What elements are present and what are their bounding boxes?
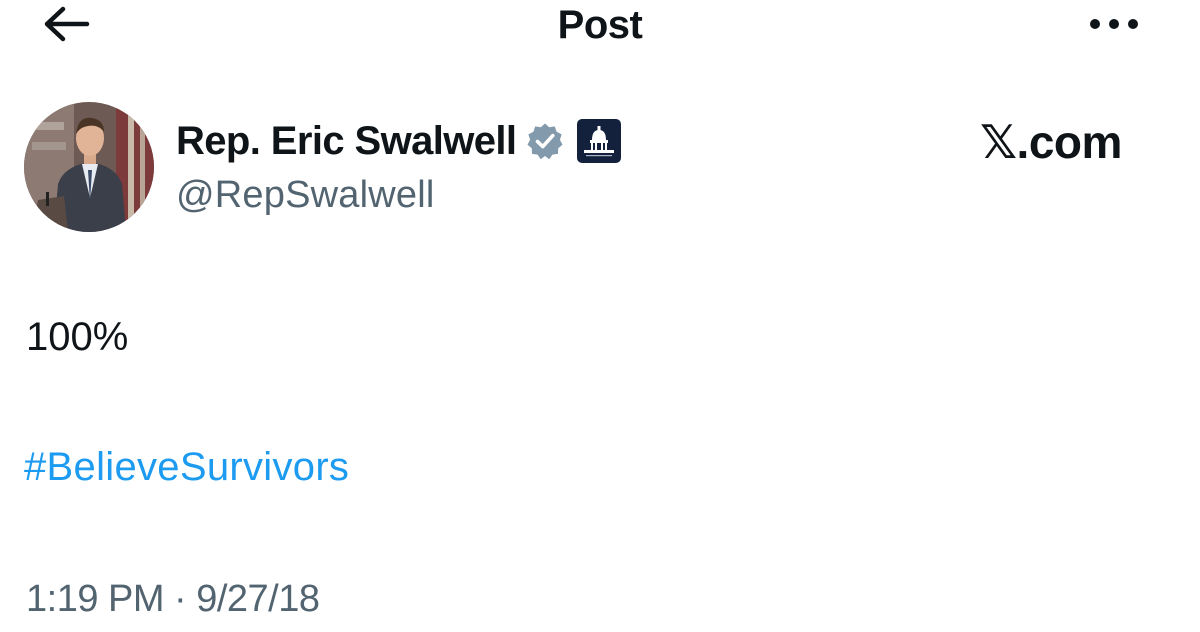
top-bar: Post xyxy=(0,0,1200,56)
capitol-building-icon[interactable] xyxy=(576,118,622,164)
post-page: Post Rep. Eric Swalwell @RepSwalwell 𝕏.c… xyxy=(0,0,1200,632)
page-title: Post xyxy=(557,3,643,47)
post-date[interactable]: 9/27/18 xyxy=(196,578,320,620)
more-options-button[interactable] xyxy=(1082,2,1146,46)
display-name[interactable]: Rep. Eric Swalwell xyxy=(176,114,517,168)
verified-badge-icon[interactable] xyxy=(526,122,564,160)
post-text: 100% xyxy=(26,315,129,359)
more-horizontal-icon xyxy=(1090,19,1138,29)
author-name-row: Rep. Eric Swalwell xyxy=(176,114,622,168)
avatar[interactable] xyxy=(24,102,154,232)
post-timestamp: 1:19 PM · 9/27/18 xyxy=(26,574,320,624)
x-com-watermark: 𝕏.com xyxy=(980,116,1122,168)
post-time[interactable]: 1:19 PM xyxy=(26,578,165,620)
avatar-photo xyxy=(24,102,154,232)
hashtag-link[interactable]: #BelieveSurvivors xyxy=(24,442,349,492)
author-handle[interactable]: @RepSwalwell xyxy=(176,170,435,220)
meta-separator: · xyxy=(174,578,187,620)
